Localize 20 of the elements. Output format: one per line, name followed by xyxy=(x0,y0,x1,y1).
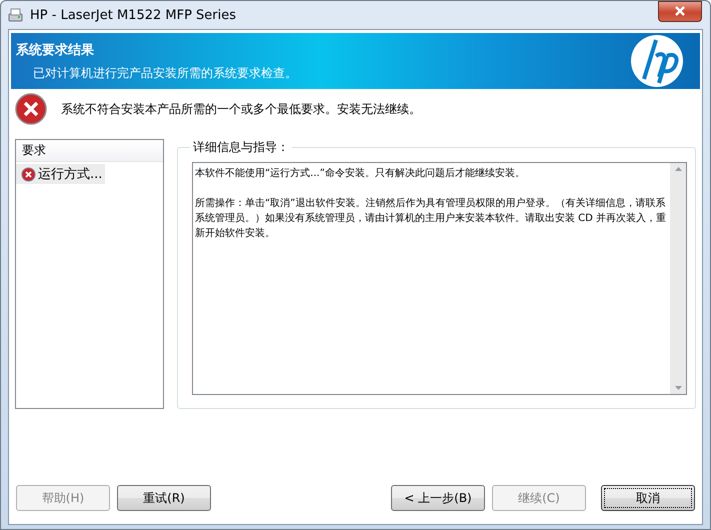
scroll-down-icon[interactable] xyxy=(674,386,682,390)
details-paragraph: 本软件不能使用“运行方式...”命令安装。只有解决此问题后才能继续安装。 xyxy=(195,166,526,181)
close-button[interactable] xyxy=(658,0,702,22)
dialog-button[interactable]: < 上一步(B) xyxy=(391,485,485,511)
group-title: 详细信息与指导： xyxy=(192,139,290,156)
logo-icon xyxy=(629,33,685,89)
error-icon xyxy=(21,166,36,182)
details-paragraph: 所需操作：单击“取消”退出软件安装。注销然后作为具有管理员权限的用户登录。（有关详细信息，请联系系统管理员。）如果没有系统管理员，请由计算机的主用户来安装本软件。请取出安装 CD 并再次装入，重新开始软件安装。 xyxy=(195,196,668,241)
scroll-up-icon[interactable] xyxy=(674,167,682,171)
dialog-button[interactable]: 重试(R) xyxy=(117,485,211,511)
banner-subtitle: 已对计算机进行完产品安装所需的系统要求检查。 xyxy=(32,64,297,82)
list-item[interactable]: 运行方式... xyxy=(16,164,106,184)
printer-icon xyxy=(7,6,24,24)
window-title: HP - LaserJet M1522 MFP Series xyxy=(30,8,238,22)
dialog-button[interactable]: 取消 xyxy=(601,485,695,511)
error-message: 系统不符合安装本产品所需的一个或多个最低要求。安装无法继续。 xyxy=(61,100,421,118)
close-icon xyxy=(674,6,686,16)
scrollbar[interactable] xyxy=(670,163,686,394)
error-icon xyxy=(15,93,47,125)
banner-title: 系统要求结果 xyxy=(16,42,95,58)
